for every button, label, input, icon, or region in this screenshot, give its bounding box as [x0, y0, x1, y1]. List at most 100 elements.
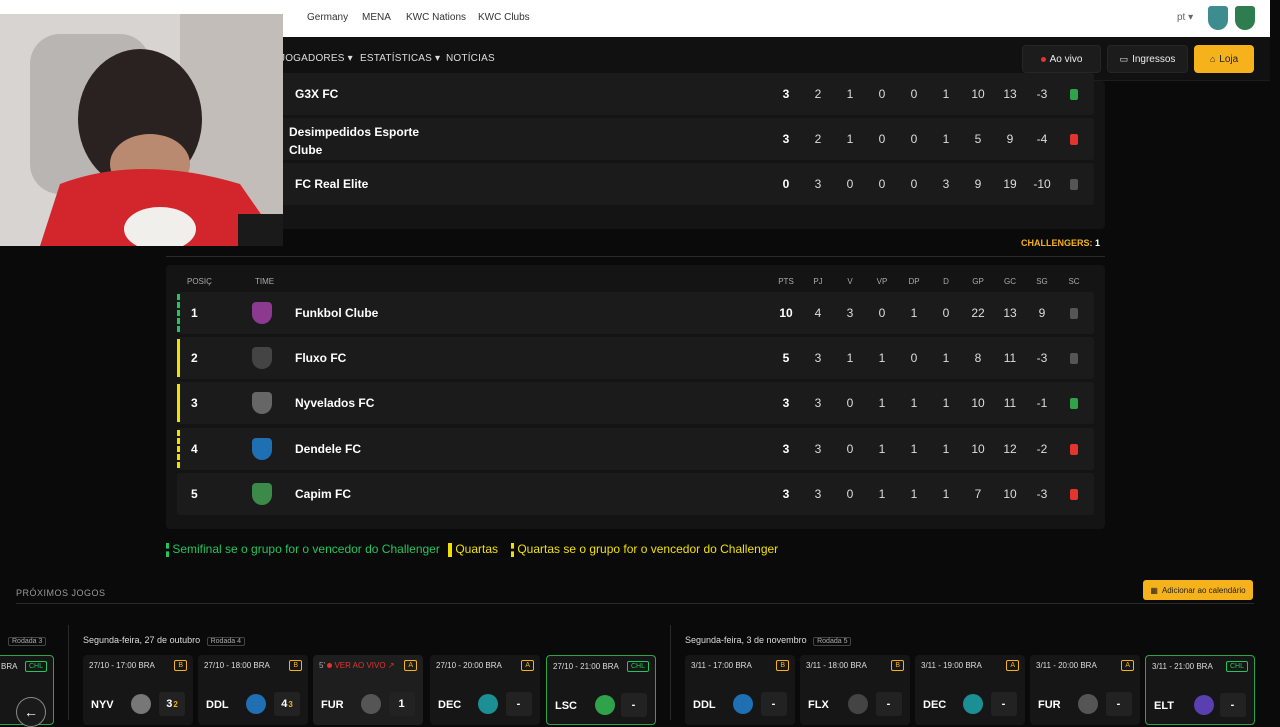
- table-row[interactable]: FC Real Elite 0 3 0 0 0 3 9 19 -10: [177, 163, 1094, 205]
- tickets-label: Ingressos: [1132, 53, 1176, 65]
- legend-quartas-cond-text: Quartas se o grupo for o vencedor do Cha…: [517, 542, 779, 556]
- prev-arrow-icon[interactable]: ←: [16, 697, 46, 727]
- team-logo-icon: [848, 694, 868, 714]
- round-badge: Rodada 3: [8, 637, 47, 646]
- match-datetime: 27/10 - 21:00 BRA: [553, 662, 619, 671]
- nav-estatisticas[interactable]: ESTATÍSTICAS ▾: [360, 53, 440, 64]
- table-row[interactable]: 4 Dendele FC 3 3 0 1 1 1 10 12 -2: [177, 428, 1094, 470]
- team-name: Capim FC: [295, 487, 352, 501]
- stat-cell: 0: [846, 442, 854, 456]
- form-indicator-icon: [1070, 308, 1078, 319]
- league-badge-icon[interactable]: [1235, 6, 1255, 30]
- table-row[interactable]: G3X FC 3 2 1 0 0 1 10 13 -3: [177, 73, 1094, 115]
- team-abbr: ELT: [1154, 700, 1174, 712]
- stat-cell: 1: [846, 87, 854, 101]
- divider: [16, 603, 1254, 604]
- match-datetime: 27/10 - 18:00 BRA: [204, 661, 270, 670]
- header-col-sc: SC: [1068, 277, 1080, 286]
- calendar-icon: ▦: [1150, 585, 1158, 595]
- match-score: 43: [274, 692, 300, 716]
- score-value: -: [1001, 698, 1006, 710]
- stat-cell: 1: [910, 306, 918, 320]
- match-tag: A: [404, 660, 417, 671]
- calendar-label: Adicionar ao calendário: [1161, 585, 1246, 595]
- live-indicator[interactable]: 5' VER AO VIVO ↗: [319, 661, 395, 670]
- shop-label: Loja: [1219, 53, 1239, 65]
- stat-cell: 0: [846, 487, 854, 501]
- stat-cell: 0: [878, 87, 886, 101]
- team-logo-icon: [478, 694, 498, 714]
- stat-cell: 10: [971, 396, 985, 410]
- league-badge-icon[interactable]: [1208, 6, 1228, 30]
- match-card[interactable]: 27/10 - 20:00 BRA A DEC -: [430, 655, 540, 725]
- nav-jogadores[interactable]: JOGADORES ▾: [280, 53, 353, 64]
- header-col-pts: PTS: [778, 277, 794, 286]
- match-card[interactable]: 3/11 - 17:00 BRA B DDL -: [685, 655, 795, 725]
- match-card[interactable]: 3/11 - 20:00 BRA A FUR -: [1030, 655, 1140, 725]
- round-badge: Rodada 5: [813, 637, 852, 646]
- match-tag: B: [776, 660, 789, 671]
- stat-cell: 1: [942, 87, 950, 101]
- stat-cell: 1: [910, 396, 918, 410]
- match-tag: CHL: [1225, 661, 1248, 672]
- add-to-calendar-button[interactable]: ▦ Adicionar ao calendário: [1143, 580, 1253, 600]
- legend-semifinal-text: Semifinal se o grupo for o vencedor do C…: [172, 542, 440, 556]
- match-card[interactable]: 3/11 - 18:00 BRA B FLX -: [800, 655, 910, 725]
- stat-cell: 3: [814, 396, 822, 410]
- team-logo-icon: [131, 694, 151, 714]
- team-name: Desimpedidos Esporte Clube: [289, 125, 420, 157]
- stat-cell: -2: [1036, 442, 1048, 456]
- table-row[interactable]: 1 Funkbol Clube 10 4 3 0 1 0 22 13 9: [177, 292, 1094, 334]
- table-row[interactable]: Desimpedidos Esporte Clube 3 2 1 0 0 1 5 9 -4: [177, 118, 1094, 160]
- match-card[interactable]: 27/10 - 21:00 BRA CHL LSC -: [546, 655, 656, 725]
- team-logo-icon: [1078, 694, 1098, 714]
- header-col-v: V: [847, 277, 853, 286]
- stat-cell: 1: [910, 487, 918, 501]
- form-indicator-icon: [1070, 489, 1078, 500]
- stat-cell: 9: [1006, 132, 1014, 146]
- stat-cell: 1: [942, 132, 950, 146]
- header-col-d: D: [943, 277, 949, 286]
- toplink-kwc-clubs[interactable]: KWC Clubs: [478, 12, 530, 23]
- match-tag: A: [1121, 660, 1134, 671]
- team-abbr: FUR: [321, 699, 344, 711]
- match-card[interactable]: 5' VER AO VIVO ↗ A FUR 1: [313, 655, 423, 725]
- shop-button[interactable]: ⌂ Loja: [1194, 45, 1254, 73]
- table-row[interactable]: 3 Nyvelados FC 3 3 0 1 1 1 10 11 -1: [177, 382, 1094, 424]
- match-card[interactable]: 3/11 - 19:00 BRA A DEC -: [915, 655, 1025, 725]
- live-dot-icon: [327, 663, 333, 668]
- challengers-value: 1: [1095, 238, 1101, 248]
- stat-cell: 4: [814, 306, 822, 320]
- stat-cell: 13: [1003, 306, 1017, 320]
- match-card[interactable]: 3/11 - 21:00 BRA CHL ELT -: [1145, 655, 1255, 725]
- stat-cell: 5: [974, 132, 982, 146]
- webcam-overlay: [0, 14, 283, 246]
- match-datetime: 3/11 - 20:00 BRA: [1036, 661, 1097, 670]
- match-card[interactable]: 27/10 - 18:00 BRA B DDL 43: [198, 655, 308, 725]
- challengers-label: CHALLENGERS:: [1021, 238, 1093, 248]
- stat-cell: 1: [846, 351, 854, 365]
- match-score: 1: [389, 692, 415, 716]
- stat-cell: 1: [942, 487, 950, 501]
- table-row[interactable]: 5 Capim FC 3 3 0 1 1 1 7 10 -3: [177, 473, 1094, 515]
- stat-cell: 1: [846, 132, 854, 146]
- live-button[interactable]: Ao vivo: [1022, 45, 1101, 73]
- toplink-mena[interactable]: MENA: [362, 12, 391, 23]
- toplink-germany[interactable]: Germany: [307, 12, 348, 23]
- tickets-button[interactable]: ▭ Ingressos: [1107, 45, 1188, 73]
- toplink-kwc-nations[interactable]: KWC Nations: [406, 12, 466, 23]
- table-row[interactable]: 2 Fluxo FC 5 3 1 1 0 1 8 11 -3: [177, 337, 1094, 379]
- stat-cell: 3: [782, 87, 790, 101]
- score-value: -: [1230, 699, 1235, 711]
- position: 3: [191, 396, 198, 410]
- legend-quartas-text: Quartas: [455, 542, 499, 556]
- shop-icon: ⌂: [1209, 54, 1216, 64]
- stat-cell: -3: [1036, 87, 1048, 101]
- stat-cell: 10: [779, 306, 793, 320]
- nav-label: ESTATÍSTICAS: [360, 53, 433, 64]
- score-value: 4: [281, 698, 288, 710]
- language-selector[interactable]: pt ▾: [1177, 12, 1193, 23]
- match-card[interactable]: 27/10 - 17:00 BRA B NYV 32: [83, 655, 193, 725]
- team-abbr: DDL: [693, 699, 716, 711]
- nav-noticias[interactable]: NOTÍCIAS: [446, 53, 495, 64]
